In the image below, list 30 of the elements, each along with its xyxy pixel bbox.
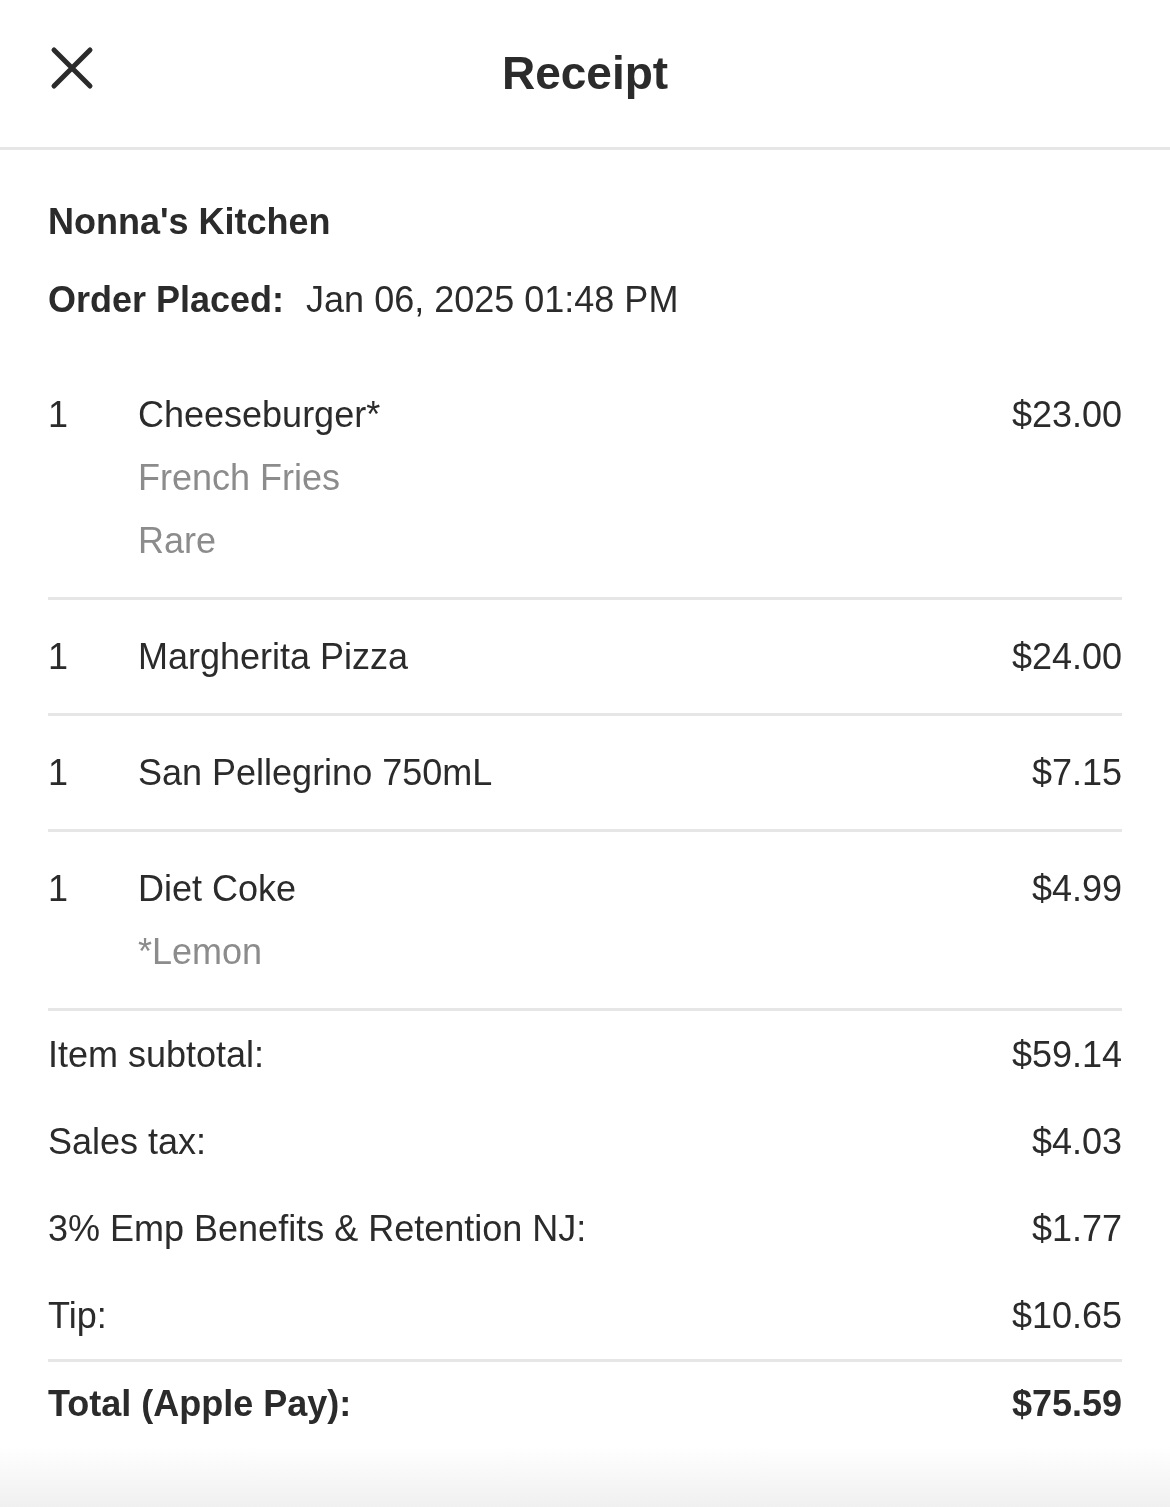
item-name: Diet Coke — [138, 867, 297, 911]
restaurant-name: Nonna's Kitchen — [48, 200, 332, 244]
item-price: $4.99 — [1031, 867, 1122, 911]
summary-label: Tip: — [48, 1293, 107, 1338]
item-quantity: 1 — [48, 867, 70, 911]
summary-value: $1.77 — [1031, 1206, 1122, 1251]
item-name: Margherita Pizza — [138, 635, 409, 679]
item-name: Cheeseburger* — [138, 393, 381, 437]
total-label: Total (Apple Pay): — [48, 1382, 352, 1426]
close-icon — [50, 46, 94, 90]
item-price: $23.00 — [1011, 393, 1122, 437]
summary-value: $4.03 — [1031, 1119, 1122, 1164]
item-price: $24.00 — [1011, 635, 1122, 679]
item-name: San Pellegrino 750mL — [138, 751, 493, 795]
order-placed-value: Jan 06, 2025 01:48 PM — [306, 278, 679, 322]
summary-value: $10.65 — [1011, 1293, 1122, 1338]
summary-label: 3% Emp Benefits & Retention NJ: — [48, 1206, 587, 1251]
item-modifier: *Lemon — [138, 930, 263, 974]
summary-label: Item subtotal: — [48, 1032, 265, 1077]
summary-value: $59.14 — [1011, 1032, 1122, 1077]
item-modifier: Rare — [138, 519, 217, 563]
window-title: Receipt — [501, 46, 669, 101]
summary-label: Sales tax: — [48, 1119, 207, 1164]
item-price: $7.15 — [1031, 751, 1122, 795]
item-quantity: 1 — [48, 751, 70, 795]
item-modifier: French Fries — [138, 456, 341, 500]
order-placed-label: Order Placed: — [48, 278, 285, 322]
total-value: $75.59 — [1011, 1382, 1122, 1426]
item-quantity: 1 — [48, 635, 70, 679]
item-quantity: 1 — [48, 393, 70, 437]
